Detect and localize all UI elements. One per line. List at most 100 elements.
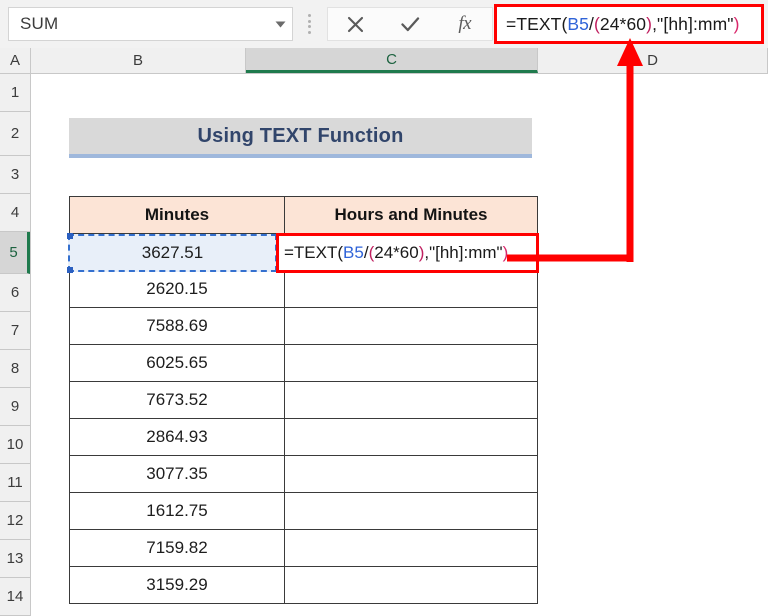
- chevron-down-icon[interactable]: [268, 8, 292, 40]
- row-header-label: 4: [10, 204, 20, 221]
- spreadsheet-grid[interactable]: Using TEXT Function Minutes Hours and Mi…: [31, 74, 768, 616]
- table-row: 1612.75: [69, 492, 538, 530]
- formula-token: =TEXT(: [284, 243, 344, 262]
- table-body: 3627.51 2620.157588.696025.657673.522864.…: [69, 233, 538, 604]
- row-header-label: 3: [10, 166, 20, 183]
- formula-token: B5: [343, 243, 364, 262]
- row-header-label: 10: [6, 436, 24, 453]
- column-header-b[interactable]: B: [31, 48, 246, 73]
- table-row: 7588.69: [69, 307, 538, 345]
- cell-minutes[interactable]: 3077.35: [69, 455, 285, 493]
- row-header-label: 12: [6, 512, 24, 529]
- title-banner-cell[interactable]: Using TEXT Function: [69, 118, 532, 158]
- formula-token: ,"[hh]:mm": [652, 13, 734, 34]
- table-row: 7159.82: [69, 529, 538, 567]
- column-header-d[interactable]: D: [538, 48, 768, 73]
- column-header-row: A B C D: [0, 48, 768, 74]
- row-header-label: 8: [10, 360, 20, 377]
- table-row: 2620.15: [69, 270, 538, 308]
- table-row: 3077.35: [69, 455, 538, 493]
- formula-token: B5: [567, 13, 589, 34]
- formula-token: 24*60: [599, 13, 647, 34]
- active-cell-formula-text: =TEXT(B5/(24*60),"[hh]:mm"): [279, 243, 508, 263]
- row-header-8[interactable]: 8: [0, 350, 30, 388]
- cell-minutes[interactable]: 7673.52: [69, 381, 285, 419]
- formula-token: =TEXT(: [506, 13, 568, 34]
- cell-minutes[interactable]: 2864.93: [69, 418, 285, 456]
- table-row: 3159.29: [69, 566, 538, 604]
- referenced-cell-value: 3627.51: [141, 243, 204, 262]
- column-header-label: A: [9, 52, 20, 69]
- cell-hours-and-minutes[interactable]: [284, 307, 538, 345]
- row-header-label: 11: [7, 474, 23, 491]
- row-header-4[interactable]: 4: [0, 194, 30, 232]
- formula-token: ): [733, 13, 740, 34]
- formula-token: 24*60: [374, 243, 419, 262]
- cell-hours-and-minutes[interactable]: [284, 381, 538, 419]
- column-header-c[interactable]: C: [246, 48, 538, 73]
- confirm-check-icon[interactable]: [383, 8, 438, 40]
- name-box[interactable]: SUM: [8, 7, 293, 41]
- cell-minutes[interactable]: 7588.69: [69, 307, 285, 345]
- column-header-label: C: [386, 50, 397, 68]
- row-header-1[interactable]: 1: [0, 74, 30, 112]
- cell-hours-and-minutes[interactable]: [284, 455, 538, 493]
- cell-hours-and-minutes[interactable]: [284, 418, 538, 456]
- formula-input[interactable]: =TEXT(B5/(24*60) ,"[hh]:mm"): [497, 7, 761, 41]
- cancel-x-icon[interactable]: [328, 8, 383, 40]
- row-header-label: 2: [10, 125, 20, 142]
- more-options-icon[interactable]: [307, 14, 311, 34]
- row-header-12[interactable]: 12: [0, 502, 30, 540]
- insert-function-icon[interactable]: fx: [437, 8, 492, 40]
- column-header-hours-and-minutes: Hours and Minutes: [284, 196, 538, 234]
- row-header-label: 13: [6, 550, 24, 567]
- row-header-14[interactable]: 14: [0, 578, 30, 616]
- cell-minutes[interactable]: 2620.15: [69, 270, 285, 308]
- table-row: 7673.52: [69, 381, 538, 419]
- row-header-3[interactable]: 3: [0, 156, 30, 194]
- cell-hours-and-minutes[interactable]: [284, 566, 538, 604]
- row-header-label: 6: [10, 284, 20, 301]
- row-header-9[interactable]: 9: [0, 388, 30, 426]
- column-header-label: B: [132, 52, 143, 69]
- row-header-10[interactable]: 10: [0, 426, 30, 464]
- cell-minutes[interactable]: 1612.75: [69, 492, 285, 530]
- title-banner-text: Using TEXT Function: [197, 124, 404, 147]
- cell-hours-and-minutes[interactable]: [284, 270, 538, 308]
- row-header-2[interactable]: 2: [0, 112, 30, 156]
- referenced-cell-b5[interactable]: 3627.51: [67, 233, 277, 273]
- reference-handle-bottom-left[interactable]: [67, 267, 73, 273]
- cell-minutes[interactable]: 7159.82: [69, 529, 285, 567]
- cell-hours-and-minutes[interactable]: [284, 492, 538, 530]
- table-row: 2864.93: [69, 418, 538, 456]
- row-header-label: 1: [10, 84, 20, 101]
- row-header-label: 14: [6, 588, 24, 605]
- row-header-13[interactable]: 13: [0, 540, 30, 578]
- column-header-label: D: [647, 52, 658, 69]
- formula-action-buttons: fx: [327, 7, 493, 41]
- row-header-5[interactable]: 5: [0, 232, 30, 274]
- formula-token: ): [502, 243, 509, 262]
- column-header-a[interactable]: A: [0, 48, 31, 73]
- row-header-label: 7: [10, 322, 20, 339]
- formula-input-highlight: =TEXT(B5/(24*60) ,"[hh]:mm"): [494, 4, 764, 44]
- reference-handle-top-left[interactable]: [67, 233, 73, 239]
- row-header-column: 1 2 3 4 5 6 7 8 9 10 11 12 13 14: [0, 74, 31, 616]
- row-header-11[interactable]: 11: [0, 464, 30, 502]
- cell-minutes[interactable]: 3159.29: [69, 566, 285, 604]
- formula-token: ,"[hh]:mm": [424, 243, 503, 262]
- insert-function-label: fx: [458, 13, 472, 34]
- row-header-6[interactable]: 6: [0, 274, 30, 312]
- row-header-label: 5: [9, 244, 18, 261]
- cell-hours-and-minutes[interactable]: [284, 344, 538, 382]
- name-box-value: SUM: [20, 14, 59, 33]
- table-header-row: Minutes Hours and Minutes: [69, 196, 538, 234]
- cell-minutes[interactable]: 6025.65: [69, 344, 285, 382]
- active-cell-c5[interactable]: =TEXT(B5/(24*60),"[hh]:mm"): [276, 233, 539, 273]
- table-row: 6025.65: [69, 344, 538, 382]
- cell-hours-and-minutes[interactable]: [284, 529, 538, 567]
- column-header-minutes: Minutes: [69, 196, 285, 234]
- row-header-7[interactable]: 7: [0, 312, 30, 350]
- formula-bar-strip: SUM fx =TEXT(B5/(24*60) ,"[hh]:mm"): [0, 0, 768, 48]
- row-header-label: 9: [10, 398, 20, 415]
